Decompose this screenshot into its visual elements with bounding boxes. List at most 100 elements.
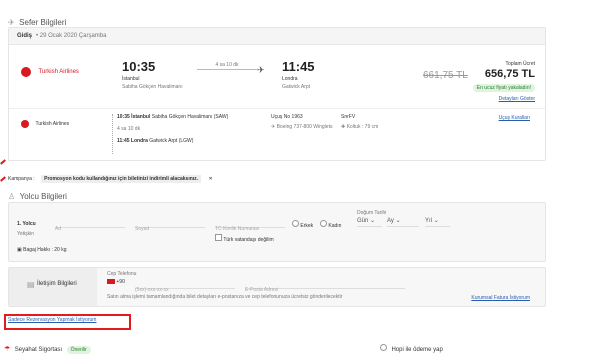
- passenger-type: Yetişkin: [17, 231, 35, 237]
- kampanya-close-icon[interactable]: ✕: [209, 176, 213, 182]
- not-citizen-label: Türk vatandaşı değilim: [223, 237, 274, 243]
- duration-block: 4 sa 10 dk: [197, 62, 257, 70]
- female-radio[interactable]: [320, 220, 327, 227]
- female-label: Kadın: [328, 223, 342, 229]
- sefer-title: Sefer Bilgileri: [19, 18, 67, 27]
- aircraft-icon: ✈: [271, 124, 276, 130]
- seat-icon: ✚: [341, 124, 346, 130]
- leg-airline-block: Turkish Airlines: [21, 115, 69, 133]
- hopi-row[interactable]: Hopi ile ödeme yap: [380, 338, 443, 356]
- passenger-label: 1. Yolcu: [17, 221, 36, 227]
- turkish-airlines-logo: [21, 66, 31, 77]
- arrive-time: 11:45: [282, 59, 315, 74]
- baggage-icon: ▣: [17, 247, 22, 253]
- kampanya-text: Promosyon kodu kullandığınız için bileti…: [41, 175, 202, 183]
- arrive-airport: Gatwick Arpt: [282, 84, 311, 90]
- flight-number: Uçuş No 1963: [271, 114, 303, 120]
- contact-info-text: Satın alma işlemi tamamlandığında bilet …: [107, 294, 343, 300]
- person-icon: ♙: [8, 192, 16, 201]
- leg-depart-airport: Sabiha Gökçen Havalimanı (SAW): [151, 114, 229, 120]
- kampanya-row: Kampanya : Promosyon kodu kullandığınız …: [8, 167, 213, 185]
- leg-timeline: [112, 114, 113, 154]
- contact-title: İletişim Bilgileri: [37, 281, 77, 287]
- details-link[interactable]: Detayları Göster: [499, 96, 535, 102]
- arrive-city: Londra: [282, 76, 298, 82]
- marker-mark-2: [0, 176, 6, 182]
- plane-icon: ✈: [8, 18, 15, 27]
- email-input[interactable]: E-Posta Adresi: [245, 278, 405, 293]
- duration-line: [197, 69, 257, 70]
- arrow-plane-icon: ✈: [257, 65, 265, 75]
- chevron-down-icon: ⌄: [433, 218, 439, 224]
- sigorta-title: Seyahat Sigortası: [14, 347, 63, 353]
- country-code-value: +90: [116, 279, 125, 285]
- contact-card-icon: ▤: [27, 280, 35, 289]
- date-label: Gidiş: [17, 33, 33, 39]
- old-price: 661,75 TL: [423, 70, 468, 81]
- leg-line3: 11:45 Londra Gatwick Arpt (LGW): [117, 138, 193, 144]
- reserve-only-link[interactable]: Sadece Rezervasyon Yapmak İstiyorum: [8, 317, 96, 323]
- flight-card: Gidiş • 29 Ocak 2020 Çarşamba Turkish Ai…: [8, 27, 546, 161]
- email-placeholder: E-Posta Adresi: [245, 287, 279, 293]
- day-value: Gün: [357, 218, 369, 224]
- year-select[interactable]: Yıl ⌄: [425, 217, 450, 227]
- seat-pitch: Koltuk : 79 cm: [346, 124, 379, 130]
- depart-airport: Sabiha Gökçen Havalimanı: [122, 84, 183, 90]
- tc-number-placeholder: TC Kimlik Numarası: [215, 226, 260, 232]
- depart-time: 10:35: [122, 59, 156, 74]
- gender-male[interactable]: Erkek: [292, 220, 313, 229]
- leg-depart-time: 10:35 İstanbul: [117, 114, 151, 120]
- invoice-link[interactable]: Kurumsal Fatura İstiyorum: [471, 295, 530, 301]
- depart-city: İstanbul: [122, 76, 140, 82]
- not-citizen-option[interactable]: Türk vatandaşı değilim: [215, 234, 274, 243]
- passenger-card: 1. Yolcu Yetişkin Ad Soyad TC Kimlik Num…: [8, 202, 546, 262]
- seat-info: ✚ Koltuk : 79 cm: [341, 124, 378, 130]
- hopi-text: Hopi ile ödeme yap: [391, 347, 443, 353]
- month-select[interactable]: Ay ⌄: [387, 217, 419, 227]
- sigorta-badge: Önerilir: [66, 346, 91, 354]
- baggage-info: ▣ Bagaj Hakkı : 20 kg: [17, 247, 66, 253]
- not-citizen-checkbox[interactable]: [215, 234, 222, 241]
- sigorta-row: ☂ Seyahat Sigortası Önerilir: [4, 338, 91, 356]
- year-value: Yıl: [425, 218, 433, 224]
- month-value: Ay: [387, 218, 394, 224]
- leg-arrive-time: 11:45 Londra: [117, 138, 148, 144]
- first-name-input[interactable]: Ad: [55, 217, 125, 232]
- day-select[interactable]: Gün ⌄: [357, 217, 382, 227]
- total-label: Toplam Ücret: [505, 61, 535, 67]
- phone-placeholder: (5xx)-xxx-xx-xx: [135, 287, 169, 293]
- price: 656,75 TL: [484, 68, 535, 80]
- kampanya-label: Kampanya :: [8, 176, 35, 182]
- last-name-placeholder: Soyad: [135, 226, 150, 232]
- aircraft: ✈ Boeing 737-800 Winglets: [271, 124, 332, 130]
- tc-number-input[interactable]: TC Kimlik Numarası: [215, 217, 285, 232]
- gender-female[interactable]: Kadın: [320, 220, 341, 229]
- leg-duration: 4 sa 10 dk: [117, 126, 141, 132]
- leg-airline-name: Turkish Airlines: [35, 120, 70, 127]
- male-radio[interactable]: [292, 220, 299, 227]
- cheapest-badge: En ucuz fiyatı yakaladın!: [472, 84, 535, 92]
- turkey-flag-icon: [107, 279, 115, 285]
- fare-class: SnrFV: [341, 114, 356, 120]
- turkish-airlines-small-logo: [21, 119, 29, 128]
- leg-line1: 10:35 İstanbul Sabiha Gökçen Havalimanı …: [117, 114, 228, 120]
- country-code[interactable]: +90: [107, 279, 125, 285]
- airline-name: Turkish Airlines: [38, 68, 79, 75]
- chevron-down-icon: ⌄: [370, 218, 376, 224]
- phone-input[interactable]: (5xx)-xxx-xx-xx: [135, 278, 235, 293]
- chevron-down-icon: ⌄: [395, 218, 401, 224]
- aircraft-name: Boeing 737-800 Winglets: [276, 124, 333, 130]
- contact-label-panel: ▤ İletişim Bilgileri: [9, 268, 97, 306]
- male-label: Erkek: [300, 223, 314, 229]
- card-divider: [9, 108, 545, 109]
- yolcu-title: Yolcu Bilgileri: [19, 192, 67, 201]
- last-name-input[interactable]: Soyad: [135, 217, 205, 232]
- rules-link[interactable]: Uçuş Kuralları: [499, 115, 530, 121]
- date-value: • 29 Ocak 2020 Çarşamba: [36, 33, 107, 39]
- first-name-placeholder: Ad: [55, 226, 62, 232]
- duration-text: 4 sa 10 dk: [215, 62, 239, 68]
- phone-label: Cep Telefonu: [107, 271, 137, 277]
- contact-card: ▤ İletişim Bilgileri Cep Telefonu +90 (5…: [8, 267, 546, 307]
- birth-date-label: Doğum Tarihi: [357, 210, 387, 216]
- flight-date-bar: Gidiş • 29 Ocak 2020 Çarşamba: [9, 28, 545, 45]
